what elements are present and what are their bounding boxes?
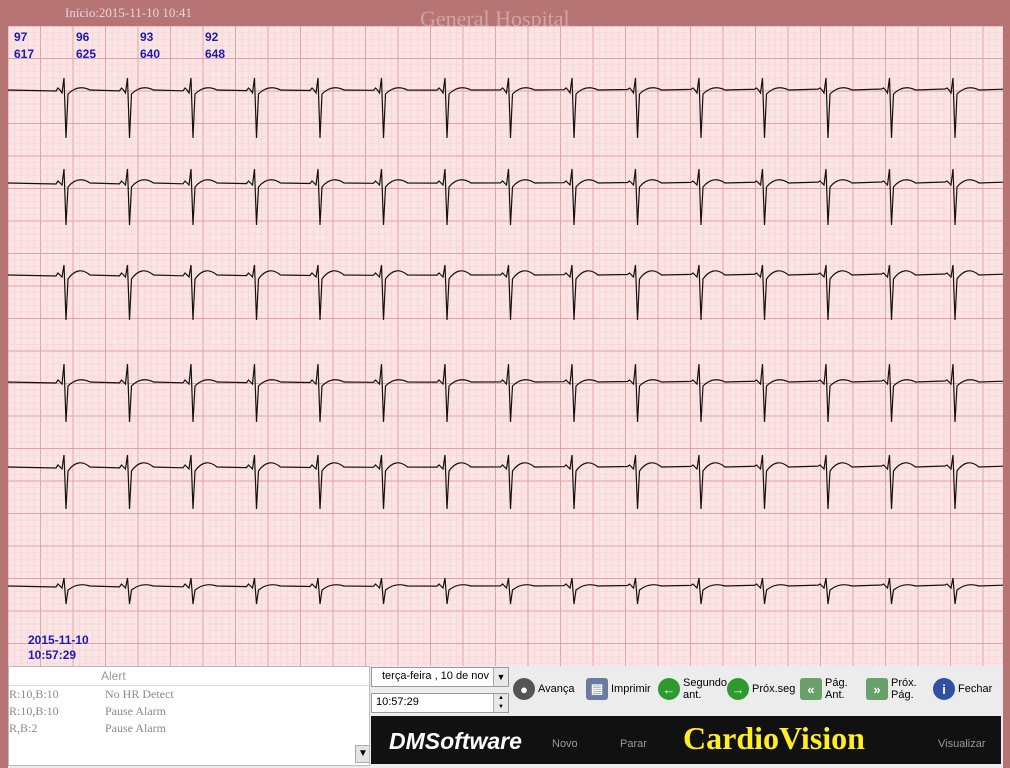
segundo-ant-label: Segundo ant. [683, 677, 728, 701]
prox-seg-button[interactable]: → Próx.seg [727, 672, 795, 706]
date-picker-value: terça-feira , 10 de nov [382, 670, 490, 682]
ghost-parar: Parar [620, 738, 647, 750]
page-forward-icon: » [866, 678, 888, 700]
fechar-button[interactable]: i Fechar [933, 672, 992, 706]
ghost-visualizar: Visualizar [938, 738, 986, 750]
time-picker-value: 10:57:29 [376, 696, 419, 708]
imprimir-label: Imprimir [611, 683, 651, 695]
timestamp-date: 2015-11-10 [28, 633, 89, 647]
hr-bpm-1: 97 [14, 30, 28, 44]
imprimir-button[interactable]: ▤ Imprimir [586, 672, 651, 706]
hr-bpm-3: 93 [140, 30, 154, 44]
hr-rr-2: 625 [76, 47, 97, 61]
alert-list[interactable]: Alert R:10,B:10 No HR Detect R:10,B:10 P… [8, 666, 370, 766]
hr-rr-1: 617 [14, 47, 35, 61]
fechar-label: Fechar [958, 683, 993, 695]
right-frame-border [1003, 26, 1010, 768]
time-picker[interactable]: 10:57:29 ▲ ▼ [371, 693, 509, 713]
bottom-control-panel: Alert R:10,B:10 No HR Detect R:10,B:10 P… [8, 666, 1003, 768]
current-timestamp: 2015-11-10 10:57:29 [28, 633, 89, 663]
alert-row[interactable]: R:10,B:10 No HR Detect [9, 686, 369, 703]
left-frame-border [0, 26, 8, 768]
scroll-down-button[interactable]: ▼ [355, 745, 369, 763]
avanca-label: Avança [538, 683, 575, 695]
alert-text: Pause Alarm [105, 721, 166, 735]
date-picker[interactable]: terça-feira , 10 de nov ▼ [371, 667, 509, 687]
ecg-strip-area[interactable] [8, 26, 1003, 666]
ghost-novo: Novo [552, 738, 578, 750]
page-back-icon: « [800, 678, 822, 700]
film-reel-icon: ● [513, 678, 535, 700]
pag-ant-button[interactable]: « Pág. Ant. [800, 672, 855, 706]
hr-bpm-2: 96 [76, 30, 90, 44]
pag-ant-label: Pág. Ant. [825, 677, 848, 701]
alert-list-header: Alert [9, 667, 369, 686]
info-icon: i [933, 678, 955, 700]
arrow-left-icon: ← [658, 678, 680, 700]
alert-header-alert: Alert [101, 669, 126, 683]
printer-icon: ▤ [586, 678, 608, 700]
alert-channel: R,B:2 [9, 721, 38, 735]
prox-pag-label: Próx. Pág. [891, 677, 917, 701]
hr-bpm-4: 92 [205, 30, 219, 44]
hr-rr-4: 648 [205, 47, 226, 61]
start-time-label: Início:2015-11-10 10:41 [65, 5, 192, 20]
spinner-icon[interactable]: ▲ ▼ [493, 694, 508, 712]
prox-seg-label: Próx.seg [752, 683, 796, 695]
segundo-ant-button[interactable]: ← Segundo ant. [658, 672, 728, 706]
alert-row[interactable]: R:10,B:10 Pause Alarm [9, 703, 369, 720]
hr-rr-3: 640 [140, 47, 161, 61]
alert-text: No HR Detect [105, 687, 174, 701]
chevron-down-icon[interactable]: ▼ [493, 668, 508, 686]
alert-row[interactable]: R,B:2 Pause Alarm [9, 720, 369, 737]
arrow-right-icon: → [727, 678, 749, 700]
alert-channel: R:10,B:10 [9, 687, 59, 701]
avanca-button[interactable]: ● Avança [513, 672, 575, 706]
dmsoftware-logo: DMSoftware [389, 728, 522, 754]
alert-text: Pause Alarm [105, 704, 166, 718]
prox-pag-button[interactable]: » Próx. Pág. [866, 672, 921, 706]
alert-channel: R:10,B:10 [9, 704, 59, 718]
ghost-toolbar: Novo Parar Visualizar [548, 720, 1008, 764]
timestamp-time: 10:57:29 [28, 648, 77, 662]
ecg-grid-and-traces [8, 26, 1003, 666]
